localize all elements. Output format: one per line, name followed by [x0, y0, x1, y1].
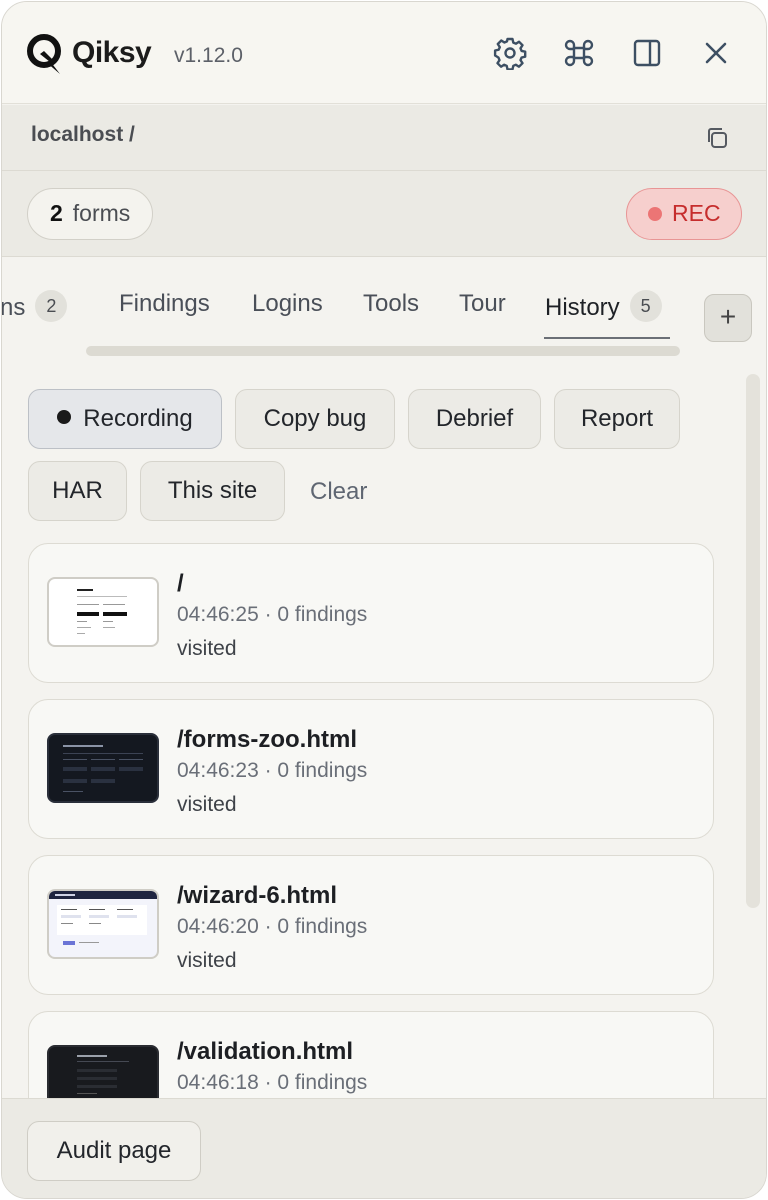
- page-thumbnail: [47, 1045, 159, 1098]
- history-item[interactable]: /wizard-6.html 04:46:20 · 0 findings vis…: [28, 855, 714, 995]
- this-site-button[interactable]: This site: [140, 461, 285, 521]
- clear-button[interactable]: Clear: [310, 478, 367, 506]
- tab-logins[interactable]: Logins: [252, 290, 323, 318]
- report-button[interactable]: Report: [554, 389, 680, 449]
- close-icon[interactable]: [699, 36, 733, 70]
- tabs-scrollbar[interactable]: [86, 346, 680, 356]
- host-label: localhost /: [31, 123, 135, 146]
- history-path: /wizard-6.html: [177, 882, 338, 909]
- tab-patterns[interactable]: ns 2: [2, 290, 68, 322]
- history-status: visited: [177, 793, 237, 816]
- recording-label: Recording: [83, 405, 193, 432]
- tab-label: Tour: [459, 290, 506, 317]
- brand-name: Qiksy: [72, 36, 152, 69]
- rec-label: REC: [672, 200, 721, 226]
- forms-count-pill[interactable]: 2 forms: [27, 188, 154, 240]
- history-item[interactable]: /validation.html 04:46:18 · 0 findings v…: [28, 1011, 714, 1098]
- url-bar: localhost /: [2, 105, 766, 171]
- sidebar-toggle-icon[interactable]: [630, 36, 664, 70]
- copy-bug-button[interactable]: Copy bug: [235, 389, 395, 449]
- recording-button[interactable]: Recording: [28, 389, 222, 449]
- history-status: visited: [177, 637, 237, 660]
- har-button[interactable]: HAR: [28, 461, 127, 521]
- copy-icon[interactable]: [704, 125, 730, 151]
- history-path: /forms-zoo.html: [177, 726, 357, 753]
- page-thumbnail: [47, 577, 159, 647]
- forms-label: forms: [72, 200, 131, 226]
- tab-findings[interactable]: Findings: [119, 290, 210, 318]
- tab-label: ns: [2, 294, 26, 321]
- command-icon[interactable]: [562, 36, 596, 70]
- tab-badge: 5: [629, 290, 662, 322]
- tab-label: Logins: [252, 290, 323, 317]
- history-meta: 04:46:25 · 0 findings: [177, 603, 368, 626]
- tab-tools[interactable]: Tools: [363, 290, 419, 318]
- forms-count: 2: [50, 200, 63, 226]
- recording-dot-icon: [57, 410, 72, 424]
- panel-footer: Audit page: [2, 1098, 766, 1198]
- audit-page-button[interactable]: Audit page: [27, 1121, 201, 1181]
- history-content: Recording Copy bug Debrief Report HAR Th…: [2, 358, 766, 1098]
- debrief-button[interactable]: Debrief: [408, 389, 541, 449]
- history-status: visited: [177, 949, 237, 972]
- tab-label: History: [545, 294, 620, 321]
- panel-header: Qiksy v1.12.0: [2, 2, 766, 104]
- qiksy-logo-icon: [27, 34, 61, 74]
- qiksy-panel: Qiksy v1.12.0 localhost / 2 forms REC ns…: [1, 1, 767, 1199]
- rec-button[interactable]: REC: [626, 188, 742, 240]
- page-thumbnail: [47, 889, 159, 959]
- add-tab-button[interactable]: +: [704, 294, 752, 342]
- tab-history[interactable]: History 5: [545, 290, 662, 322]
- content-scrollbar[interactable]: [746, 374, 760, 908]
- version-label: v1.12.0: [174, 44, 243, 67]
- history-meta: 04:46:18 · 0 findings: [177, 1071, 368, 1094]
- history-item[interactable]: /forms-zoo.html 04:46:23 · 0 findings vi…: [28, 699, 714, 839]
- tab-badge: 2: [35, 290, 68, 322]
- history-item[interactable]: / 04:46:25 · 0 findings visited: [28, 543, 714, 683]
- active-tab-indicator: [544, 337, 670, 339]
- history-meta: 04:46:20 · 0 findings: [177, 915, 368, 938]
- history-meta: 04:46:23 · 0 findings: [177, 759, 368, 782]
- record-dot-icon: [648, 207, 662, 221]
- tab-strip: ns 2 Findings Logins Tools Tour History 5 …: [2, 258, 766, 358]
- settings-icon[interactable]: [493, 36, 527, 71]
- history-path: /validation.html: [177, 1038, 354, 1065]
- tab-tour[interactable]: Tour: [459, 290, 506, 318]
- history-path: /: [177, 570, 184, 597]
- forms-bar: 2 forms REC: [2, 171, 766, 257]
- page-thumbnail: [47, 733, 159, 803]
- tab-label: Findings: [119, 290, 210, 317]
- tab-label: Tools: [363, 290, 420, 317]
